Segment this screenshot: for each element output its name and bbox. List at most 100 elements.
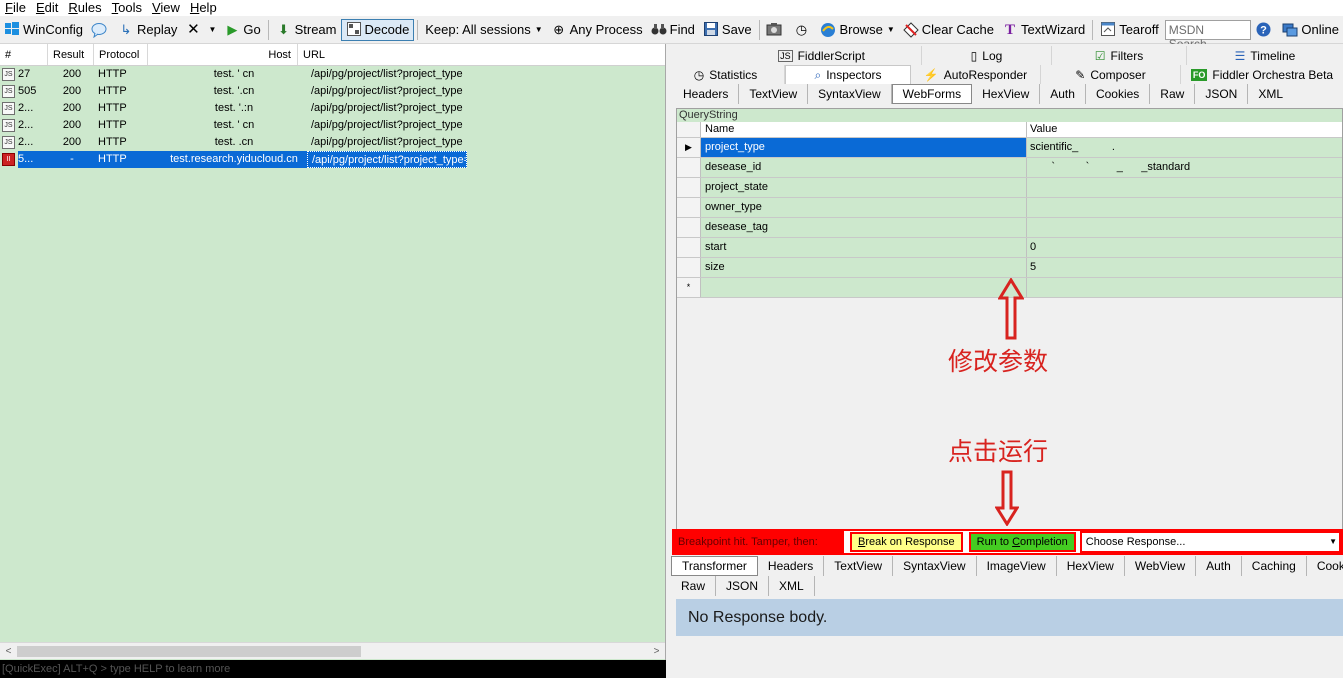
- toolbar: WinConfig ↳ Replay ✕ ▼ ▶ Go ⬇ Stream Decode …: [0, 16, 1343, 51]
- resp-tab-raw[interactable]: Raw: [671, 576, 717, 596]
- req-tab-textview[interactable]: TextView: [739, 84, 809, 104]
- go-button[interactable]: ▶ Go: [220, 19, 264, 41]
- top-tabs-row1: JS FiddlerScript ▯ Log ☑ Filters ☰ Timeline: [667, 46, 1343, 65]
- quickexec-input[interactable]: [QuickExec] ALT+Q > type HELP to learn m…: [0, 660, 666, 678]
- chevron-down-icon: ▼: [886, 25, 895, 34]
- chevron-down-icon: ▼: [1329, 537, 1337, 546]
- column-header-protocol[interactable]: Protocol: [94, 44, 148, 65]
- save-button[interactable]: Save: [699, 19, 756, 41]
- find-button[interactable]: Find: [647, 19, 699, 41]
- grid-row[interactable]: size 5: [677, 258, 1342, 278]
- resp-tab-cookies[interactable]: Cookies: [1307, 556, 1343, 576]
- timer-button[interactable]: ◷: [789, 19, 816, 41]
- querystring-title: QueryString: [677, 109, 1342, 122]
- resp-tab-imageview[interactable]: ImageView: [977, 556, 1057, 576]
- req-tab-raw[interactable]: Raw: [1150, 84, 1196, 104]
- breakpoint-paused-icon: II: [2, 152, 15, 166]
- js-file-icon: JS: [2, 135, 15, 149]
- req-tab-xml[interactable]: XML: [1248, 84, 1293, 104]
- breakpoint-bar: Breakpoint hit. Tamper, then: Break on R…: [672, 529, 1343, 555]
- session-row[interactable]: JS 2... 200 HTTP test. .cn /api/pg/proje…: [0, 134, 665, 151]
- run-to-completion-button[interactable]: Run to Completion: [968, 532, 1076, 552]
- choose-response-dropdown[interactable]: Choose Response... ▼: [1079, 531, 1341, 553]
- column-header-number[interactable]: #: [0, 44, 48, 65]
- stream-button[interactable]: ⬇ Stream: [272, 19, 341, 41]
- browse-button[interactable]: Browse ▼: [816, 19, 898, 41]
- grid-row[interactable]: desease_id ` ` _ _standard: [677, 158, 1342, 178]
- resp-tab-transformer[interactable]: Transformer: [671, 556, 758, 576]
- tab-log[interactable]: ▯ Log: [922, 46, 1052, 65]
- resp-tab-syntaxview[interactable]: SyntaxView: [893, 556, 977, 576]
- tab-fiddlerscript[interactable]: JS FiddlerScript: [722, 46, 922, 65]
- crosshair-icon: ⊕: [553, 21, 565, 37]
- comment-button[interactable]: [87, 19, 114, 41]
- req-tab-hexview[interactable]: HexView: [972, 84, 1041, 104]
- resp-tab-auth[interactable]: Auth: [1196, 556, 1242, 576]
- textwizard-button[interactable]: T TextWizard: [998, 19, 1089, 41]
- decode-button[interactable]: Decode: [340, 18, 415, 41]
- tab-fiddler-orchestra[interactable]: FO Fiddler Orchestra Beta: [1181, 65, 1343, 84]
- resp-tab-textview[interactable]: TextView: [824, 556, 894, 576]
- column-header-url[interactable]: URL: [298, 44, 665, 65]
- column-header-result[interactable]: Result: [48, 44, 94, 65]
- horizontal-scrollbar[interactable]: < >: [0, 642, 665, 659]
- tab-timeline[interactable]: ☰ Timeline: [1187, 46, 1343, 65]
- tab-filters[interactable]: ☑ Filters: [1052, 46, 1187, 65]
- resp-tab-json[interactable]: JSON: [716, 576, 770, 596]
- replay-button[interactable]: ↳ Replay: [114, 19, 181, 41]
- clear-cache-button[interactable]: Clear Cache: [899, 19, 998, 41]
- session-row-selected[interactable]: II 5... - HTTP test.research.yiducloud.c…: [0, 151, 665, 168]
- grid-row[interactable]: ▶ project_type scientific_ .: [677, 138, 1342, 158]
- resp-tab-hexview[interactable]: HexView: [1057, 556, 1125, 576]
- grid-row[interactable]: project_state: [677, 178, 1342, 198]
- grid-row[interactable]: owner_type: [677, 198, 1342, 218]
- menu-view[interactable]: View: [147, 0, 185, 16]
- req-tab-cookies[interactable]: Cookies: [1086, 84, 1151, 104]
- req-tab-headers[interactable]: Headers: [673, 84, 740, 104]
- windows-logo-icon: [4, 21, 20, 38]
- scroll-left-arrow-icon[interactable]: <: [0, 643, 17, 660]
- camera-icon: [766, 22, 782, 38]
- req-tab-json[interactable]: JSON: [1195, 84, 1249, 104]
- break-on-response-button[interactable]: Break on Response: [850, 532, 963, 552]
- keep-sessions-dropdown[interactable]: Keep: All sessions ▼: [421, 19, 546, 41]
- grid-row[interactable]: start 0: [677, 238, 1342, 258]
- session-row[interactable]: JS 2... 200 HTTP test. ' cn /api/pg/proj…: [0, 117, 665, 134]
- tearoff-button[interactable]: Tearoff: [1096, 19, 1163, 41]
- response-empty-area: [667, 636, 1343, 678]
- session-row[interactable]: JS 505 200 HTTP test. '.cn /api/pg/proje…: [0, 83, 665, 100]
- tab-statistics[interactable]: ◷ Statistics: [667, 65, 785, 84]
- scrollbar-thumb[interactable]: [17, 646, 361, 657]
- req-tab-auth[interactable]: Auth: [1040, 84, 1086, 104]
- remove-button[interactable]: ✕ ▼: [181, 19, 220, 41]
- menu-help[interactable]: Help: [185, 0, 222, 16]
- clear-cache-icon: [903, 21, 919, 38]
- column-header-host[interactable]: Host: [148, 44, 298, 65]
- any-process-button[interactable]: ⊕ Any Process: [547, 19, 647, 41]
- screenshot-button[interactable]: [762, 19, 789, 41]
- resp-tab-caching[interactable]: Caching: [1242, 556, 1307, 576]
- winconfig-button[interactable]: WinConfig: [0, 19, 87, 41]
- resp-tab-webview[interactable]: WebView: [1125, 556, 1197, 576]
- resp-tab-xml[interactable]: XML: [769, 576, 815, 596]
- close-x-icon: ✕: [187, 20, 200, 38]
- help-button[interactable]: ?: [1251, 19, 1278, 41]
- req-tab-syntaxview[interactable]: SyntaxView: [808, 84, 892, 104]
- tab-composer[interactable]: ✎ Composer: [1041, 65, 1181, 84]
- menu-tools[interactable]: Tools: [107, 0, 147, 16]
- session-row[interactable]: JS 27 200 HTTP test. ' cn /api/pg/projec…: [0, 66, 665, 83]
- grid-row[interactable]: desease_tag: [677, 218, 1342, 238]
- browser-globe-icon: [820, 22, 836, 38]
- menu-edit[interactable]: Edit: [31, 0, 63, 16]
- msdn-search-input[interactable]: MSDN Search...: [1164, 19, 1252, 51]
- tab-autoresponder[interactable]: ⚡ AutoResponder: [911, 65, 1041, 84]
- session-row[interactable]: JS 2... 200 HTTP test. '.:n /api/pg/proj…: [0, 100, 665, 117]
- online-button[interactable]: Online: [1278, 19, 1343, 41]
- scroll-right-arrow-icon[interactable]: >: [648, 643, 665, 660]
- network-icon: [1282, 22, 1298, 38]
- tab-inspectors[interactable]: ⌕ Inspectors: [785, 65, 911, 84]
- req-tab-webforms[interactable]: WebForms: [891, 84, 973, 104]
- menu-file[interactable]: File: [0, 0, 31, 16]
- menu-rules[interactable]: Rules: [63, 0, 106, 16]
- resp-tab-headers[interactable]: Headers: [758, 556, 825, 576]
